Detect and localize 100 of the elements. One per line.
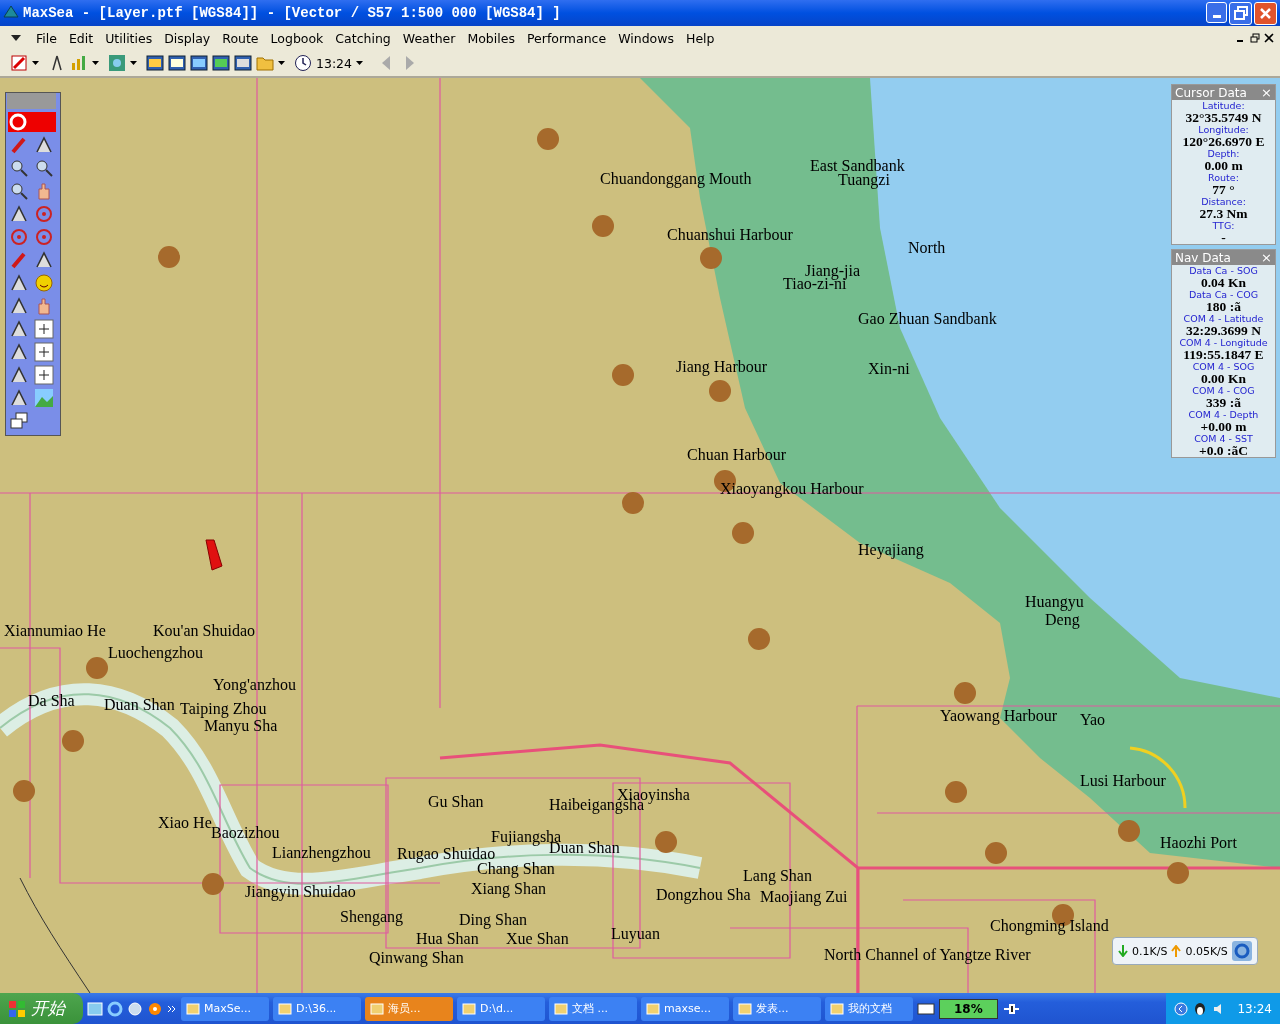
place-label: Xiao He (158, 815, 212, 831)
circle-marker (622, 492, 644, 514)
panel-icon[interactable] (146, 54, 164, 72)
desktop-icon[interactable] (87, 1000, 103, 1017)
taskbar-button[interactable]: 文档 ... (549, 996, 637, 1021)
menu-item[interactable]: Mobiles (461, 28, 521, 48)
place-label: Tuangzi (838, 172, 890, 188)
taskbar-button[interactable]: 发表... (733, 996, 821, 1021)
place-label: Manyu Sha (204, 718, 278, 734)
taskbar-label: 发表... (756, 1001, 789, 1016)
zoom-in-icon[interactable] (9, 158, 29, 178)
place-label: Luochengzhou (108, 645, 204, 661)
place-label: Baozizhou (211, 825, 280, 841)
circle-marker (945, 781, 967, 803)
menu-item[interactable]: Windows (612, 28, 680, 48)
taskbar-label: D:\36... (296, 1002, 337, 1015)
circle-marker (732, 522, 754, 544)
download-speed: 0.1K/S (1132, 944, 1168, 958)
field-value: 120°26.6970 E (1182, 135, 1265, 148)
pencil-icon[interactable] (10, 54, 28, 72)
zoom-out-icon[interactable] (34, 158, 54, 178)
circle-marker (985, 842, 1007, 864)
caret-icon[interactable] (92, 60, 99, 66)
power-plug-icon[interactable] (1001, 1001, 1020, 1016)
place-label: Chuanshui Harbour (667, 227, 793, 243)
menu-item[interactable]: Utilities (99, 28, 159, 48)
place-label: Qinwang Shan (369, 950, 464, 966)
field-value: 119:55.1847 E (1183, 348, 1264, 361)
caret-icon[interactable] (356, 60, 364, 66)
chevron-icon[interactable] (1174, 1001, 1189, 1016)
field-value: 77 ° (1212, 183, 1235, 196)
place-label: Lianzhengzhou (272, 845, 371, 861)
place-label: Gu Shan (428, 794, 484, 810)
keyboard-icon[interactable] (917, 1001, 935, 1016)
place-label: Haozhi Port (1160, 835, 1237, 851)
place-label: Duan Shan (104, 697, 175, 713)
field-label: Data Ca - SOG (1189, 265, 1258, 276)
menu-item[interactable]: Performance (520, 28, 613, 48)
close-button[interactable] (1254, 1, 1277, 25)
taskbar-button[interactable]: D:\d... (457, 996, 545, 1021)
browser-icon[interactable] (107, 1000, 123, 1017)
caret-icon[interactable] (278, 60, 285, 66)
place-label: Lusi Harbour (1080, 773, 1166, 789)
restore-icon[interactable] (1250, 33, 1260, 43)
field-label: COM 4 - Depth (1188, 409, 1259, 420)
place-label: Huangyu (1025, 594, 1084, 610)
taskbar-button[interactable]: maxse... (641, 996, 729, 1021)
menu-item[interactable]: Help (680, 28, 721, 48)
place-label: Lang Shan (743, 868, 812, 884)
field-value: 32:29.3699 N (1186, 324, 1261, 337)
taskbar-button[interactable]: D:\36... (273, 996, 361, 1021)
browser-icon[interactable] (1231, 941, 1252, 961)
place-label: Xue Shan (506, 931, 569, 947)
window-icon (370, 1001, 384, 1016)
menu-item[interactable]: Route (216, 28, 265, 48)
circle-marker (954, 682, 976, 704)
chevron-icon[interactable] (167, 1003, 177, 1014)
place-label: Xin-ni (868, 361, 910, 377)
window-icon (738, 1001, 752, 1016)
menu-item[interactable]: Catching (329, 28, 397, 48)
menu-item[interactable]: Edit (62, 28, 100, 48)
menu-item[interactable]: File (30, 28, 63, 48)
circle-marker (709, 380, 731, 402)
clock-readout[interactable]: 13:24 (316, 55, 353, 71)
circle-marker (86, 657, 108, 679)
close-icon[interactable] (1264, 33, 1274, 43)
caret-icon[interactable] (10, 33, 22, 43)
window-icon (278, 1001, 292, 1016)
place-label: Heyajiang (858, 542, 924, 558)
refresh-icon[interactable] (127, 1000, 143, 1017)
restore-button[interactable] (1229, 1, 1252, 25)
field-value: - (1221, 231, 1226, 244)
taskbar-button[interactable]: 我的文档 (825, 996, 913, 1021)
menu-item[interactable]: Logbook (264, 28, 330, 48)
map-zoom-icon[interactable] (9, 181, 29, 201)
battery-meter: 18% (939, 998, 998, 1019)
menu-item[interactable]: Display (158, 28, 217, 48)
place-label: East Sandbank (810, 158, 905, 174)
circle-marker (158, 246, 180, 268)
windows-icon[interactable] (9, 411, 29, 431)
caret-icon[interactable] (130, 60, 137, 66)
caret-icon[interactable] (32, 60, 39, 66)
window-icon (554, 1001, 568, 1016)
field-label: COM 4 - SOG (1192, 361, 1255, 372)
minimize-button[interactable] (1206, 1, 1227, 23)
ship-icon (3, 5, 19, 21)
lifebuoy-icon[interactable] (7, 112, 56, 132)
taskbar-button[interactable]: MaxSe... (181, 996, 269, 1021)
field-value: +0.00 m (1200, 420, 1247, 433)
start-button[interactable]: 开始 (0, 993, 83, 1024)
place-label: Rugao Shuidao (397, 846, 496, 862)
circle-marker (748, 628, 770, 650)
ship-icon[interactable] (205, 539, 223, 571)
clock-icon[interactable] (294, 54, 312, 72)
field-label: Data Ca - COG (1188, 289, 1259, 300)
plus-icon[interactable] (34, 319, 54, 339)
menu-item[interactable]: Weather (396, 28, 462, 48)
penguin-icon[interactable] (1193, 1001, 1208, 1016)
field-label: COM 4 - Latitude (1183, 313, 1264, 324)
flower-icon[interactable] (147, 1000, 163, 1017)
